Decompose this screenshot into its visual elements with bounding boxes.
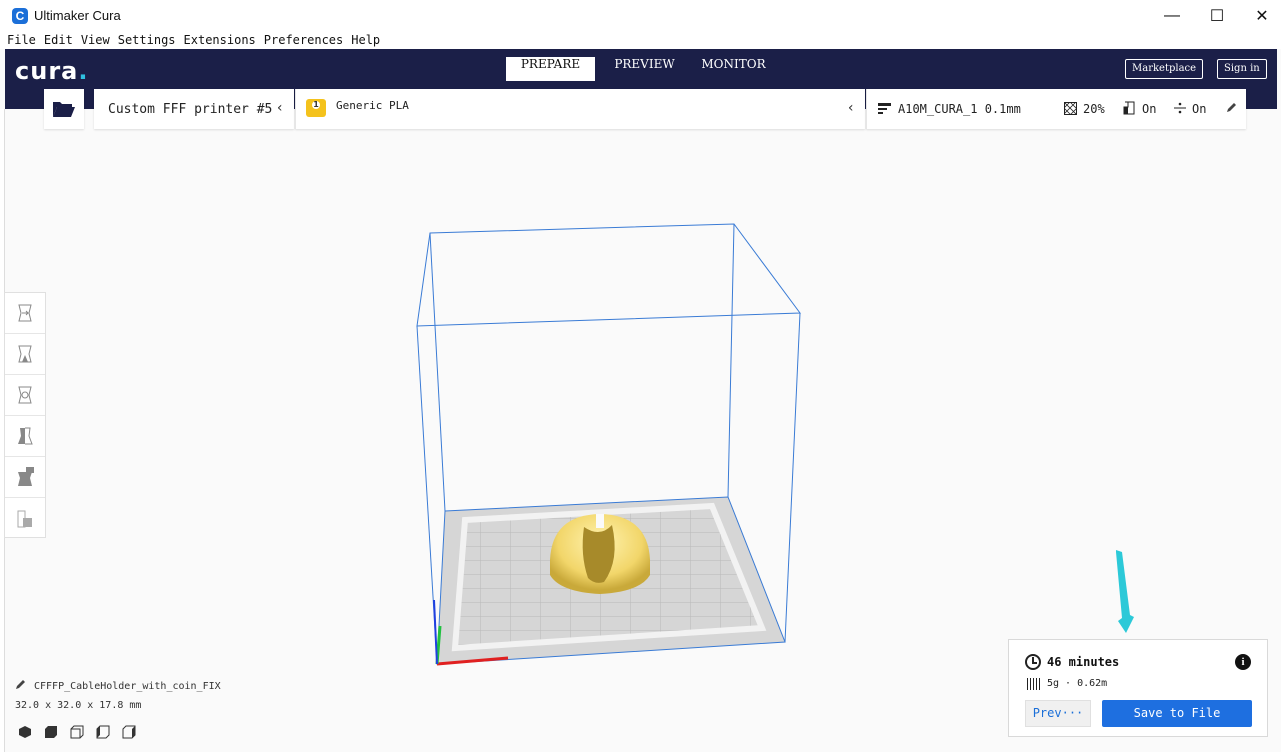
maximize-button[interactable]: ☐ — [1194, 0, 1240, 32]
move-tool-button[interactable] — [5, 293, 45, 334]
build-plate — [437, 497, 785, 664]
chevron-left-icon: ‹ — [846, 100, 855, 116]
per-model-settings-icon — [18, 467, 34, 486]
move-icon — [18, 304, 32, 322]
x-axis — [436, 656, 509, 666]
annotation-arrow — [1116, 550, 1134, 633]
support-blocker-icon — [17, 510, 32, 527]
printer-selector[interactable]: Custom FFF printer #5 ‹ — [94, 89, 294, 129]
folder-icon — [53, 102, 75, 117]
save-to-file-button[interactable]: Save to File — [1102, 700, 1252, 727]
chevron-left-icon: ‹ — [275, 100, 284, 116]
object-name: CFFFP_CableHolder_with_coin_FIX — [34, 681, 221, 692]
adhesion-icon — [1174, 102, 1186, 114]
mirror-icon — [18, 427, 33, 445]
object-name-row: CFFFP_CableHolder_with_coin_FIX — [15, 679, 221, 699]
stage-tabs: PREPARE PREVIEW MONITOR — [506, 57, 778, 81]
cura-logo: cura. — [15, 57, 89, 85]
sign-in-button[interactable]: Sign in — [1217, 59, 1267, 79]
scale-tool-button[interactable] — [5, 334, 45, 375]
window-titlebar: C Ultimaker Cura — ☐ ✕ — [0, 0, 1281, 32]
menu-extensions[interactable]: Extensions — [184, 32, 256, 49]
per-model-settings-button[interactable] — [5, 457, 45, 498]
extruder-badge-icon — [306, 99, 326, 117]
menu-preferences[interactable]: Preferences — [264, 32, 343, 49]
menu-edit[interactable]: Edit — [44, 32, 73, 49]
marketplace-button[interactable]: Marketplace — [1125, 59, 1204, 79]
clock-icon — [1025, 654, 1041, 670]
support-blocker-button[interactable] — [5, 498, 45, 539]
view-front-icon[interactable] — [44, 724, 58, 738]
preview-button[interactable]: Prev··· — [1025, 700, 1091, 727]
pencil-icon[interactable] — [1226, 102, 1237, 113]
tab-preview[interactable]: PREVIEW — [600, 57, 689, 81]
menu-file[interactable]: File — [7, 32, 36, 49]
menu-view[interactable]: View — [81, 32, 110, 49]
cura-app-icon: C — [12, 8, 28, 24]
material-estimate: 5g · 0.62m — [1047, 678, 1108, 689]
mirror-tool-button[interactable] — [5, 416, 45, 457]
object-dimensions: 32.0 x 32.0 x 17.8 mm — [15, 700, 142, 711]
tool-panel — [4, 292, 46, 538]
build-plate-grid — [455, 506, 762, 648]
material-selector[interactable]: Generic PLA ‹ — [295, 89, 865, 129]
spool-icon — [1027, 678, 1041, 690]
window-title: Ultimaker Cura — [34, 8, 121, 23]
model-cable-holder[interactable] — [550, 514, 650, 594]
profile-name: A10M_CURA_1 0.1mm — [898, 102, 1021, 116]
z-axis — [433, 599, 438, 665]
infill-icon — [1064, 102, 1077, 115]
rotate-tool-button[interactable] — [5, 375, 45, 416]
rotate-icon — [18, 386, 32, 404]
y-axis — [435, 625, 442, 665]
infill-value: 20% — [1083, 102, 1105, 116]
profile-icon — [878, 103, 891, 114]
adhesion-value: On — [1192, 102, 1207, 116]
camera-view-buttons — [18, 724, 136, 739]
tab-monitor[interactable]: MONITOR — [689, 57, 778, 81]
view-right-icon[interactable] — [122, 724, 136, 739]
print-time: 46 minutes — [1047, 655, 1120, 669]
support-value: On — [1142, 102, 1157, 116]
menu-settings[interactable]: Settings — [118, 32, 176, 49]
close-button[interactable]: ✕ — [1239, 0, 1281, 32]
scale-icon — [18, 345, 32, 363]
tab-prepare[interactable]: PREPARE — [506, 57, 595, 81]
pencil-icon[interactable] — [15, 679, 26, 690]
view-top-icon[interactable] — [70, 724, 84, 739]
view-3d-icon[interactable] — [18, 724, 32, 738]
info-icon[interactable]: i — [1235, 654, 1251, 670]
support-icon — [1123, 101, 1135, 115]
minimize-button[interactable]: — — [1149, 0, 1195, 32]
build-plate-border — [451, 502, 767, 652]
build-volume — [416, 223, 801, 665]
print-settings-selector[interactable]: A10M_CURA_1 0.1mm 20% On On — [866, 89, 1246, 129]
menu-help[interactable]: Help — [351, 32, 380, 49]
printer-name: Custom FFF printer #5 — [108, 101, 273, 117]
view-left-icon[interactable] — [96, 724, 110, 739]
object-info: CFFFP_CableHolder_with_coin_FIX 32.0 x 3… — [15, 679, 221, 719]
open-file-button[interactable] — [44, 89, 84, 129]
material-name: Generic PLA — [336, 99, 409, 112]
menu-bar: File Edit View Settings Extensions Prefe… — [0, 32, 1281, 49]
print-summary-panel: 46 minutes i 5g · 0.62m Prev··· Save to … — [1008, 639, 1268, 737]
